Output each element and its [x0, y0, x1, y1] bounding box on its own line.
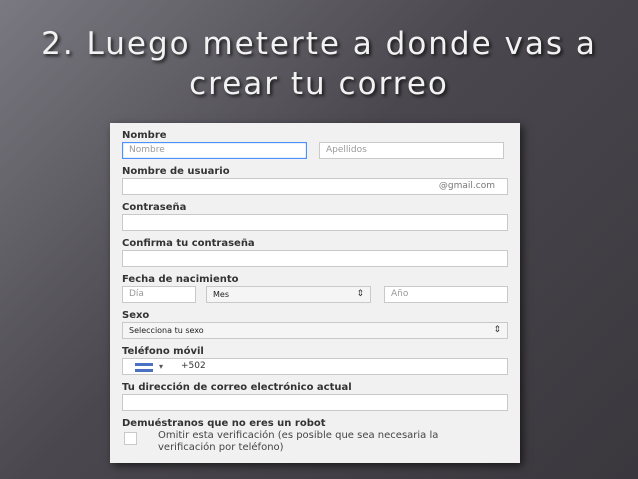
password-row: [122, 214, 512, 232]
chevron-down-icon[interactable]: ▾: [159, 359, 163, 374]
birth-day-input[interactable]: Día: [122, 286, 196, 303]
slide-title: 2. Luego meterte a donde vas a crear tu …: [0, 24, 638, 104]
birth-month-value: Mes: [213, 290, 229, 299]
username-label: Nombre de usuario: [122, 166, 230, 177]
confirm-password-label: Confirma tu contraseña: [122, 238, 255, 249]
slide-title-line2: crear tu correo: [189, 66, 449, 102]
username-row: @gmail.com: [122, 178, 512, 196]
guatemala-flag-icon[interactable]: [135, 363, 153, 372]
first-name-input[interactable]: Nombre: [122, 142, 307, 159]
name-label: Nombre: [122, 130, 167, 141]
password-input[interactable]: [122, 214, 508, 231]
password-label: Contraseña: [122, 202, 187, 213]
skip-verification-checkbox[interactable]: [124, 432, 137, 445]
current-email-label: Tu dirección de correo electrónico actua…: [122, 382, 352, 393]
signup-form: Nombre Nombre Apellidos Nombre de usuari…: [122, 129, 512, 461]
skip-verification-text: Omitir esta verificación (es posible que…: [158, 430, 439, 453]
robot-label: Demuéstranos que no eres un robot: [122, 418, 326, 429]
username-input[interactable]: @gmail.com: [122, 178, 508, 195]
select-arrows-icon: ⇕: [493, 325, 501, 335]
birth-month-select[interactable]: Mes ⇕: [206, 286, 371, 303]
phone-input[interactable]: ▾ +502: [122, 358, 508, 375]
name-row: Nombre Apellidos: [122, 142, 512, 160]
gender-value: Selecciona tu sexo: [129, 326, 204, 335]
birth-year-input[interactable]: Año: [384, 286, 508, 303]
birthdate-row: Día Mes ⇕ Año: [122, 286, 512, 304]
phone-prefix: +502: [181, 361, 206, 371]
confirm-password-row: [122, 250, 512, 268]
phone-label: Teléfono móvil: [122, 346, 204, 357]
signup-form-screenshot: Nombre Nombre Apellidos Nombre de usuari…: [110, 123, 520, 463]
last-name-input[interactable]: Apellidos: [319, 142, 504, 159]
gender-row: Selecciona tu sexo ⇕: [122, 322, 512, 340]
current-email-row: [122, 394, 512, 412]
phone-row: ▾ +502: [122, 358, 512, 376]
gender-select[interactable]: Selecciona tu sexo ⇕: [122, 322, 508, 339]
current-email-input[interactable]: [122, 394, 508, 411]
skip-verification-row: Omitir esta verificación (es posible que…: [122, 430, 512, 456]
select-arrows-icon: ⇕: [356, 289, 364, 299]
gender-label: Sexo: [122, 310, 150, 321]
birthdate-label: Fecha de nacimiento: [122, 274, 239, 285]
slide-title-line1: 2. Luego meterte a donde vas a: [41, 26, 597, 62]
confirm-password-input[interactable]: [122, 250, 508, 267]
gmail-suffix: @gmail.com: [438, 181, 495, 191]
